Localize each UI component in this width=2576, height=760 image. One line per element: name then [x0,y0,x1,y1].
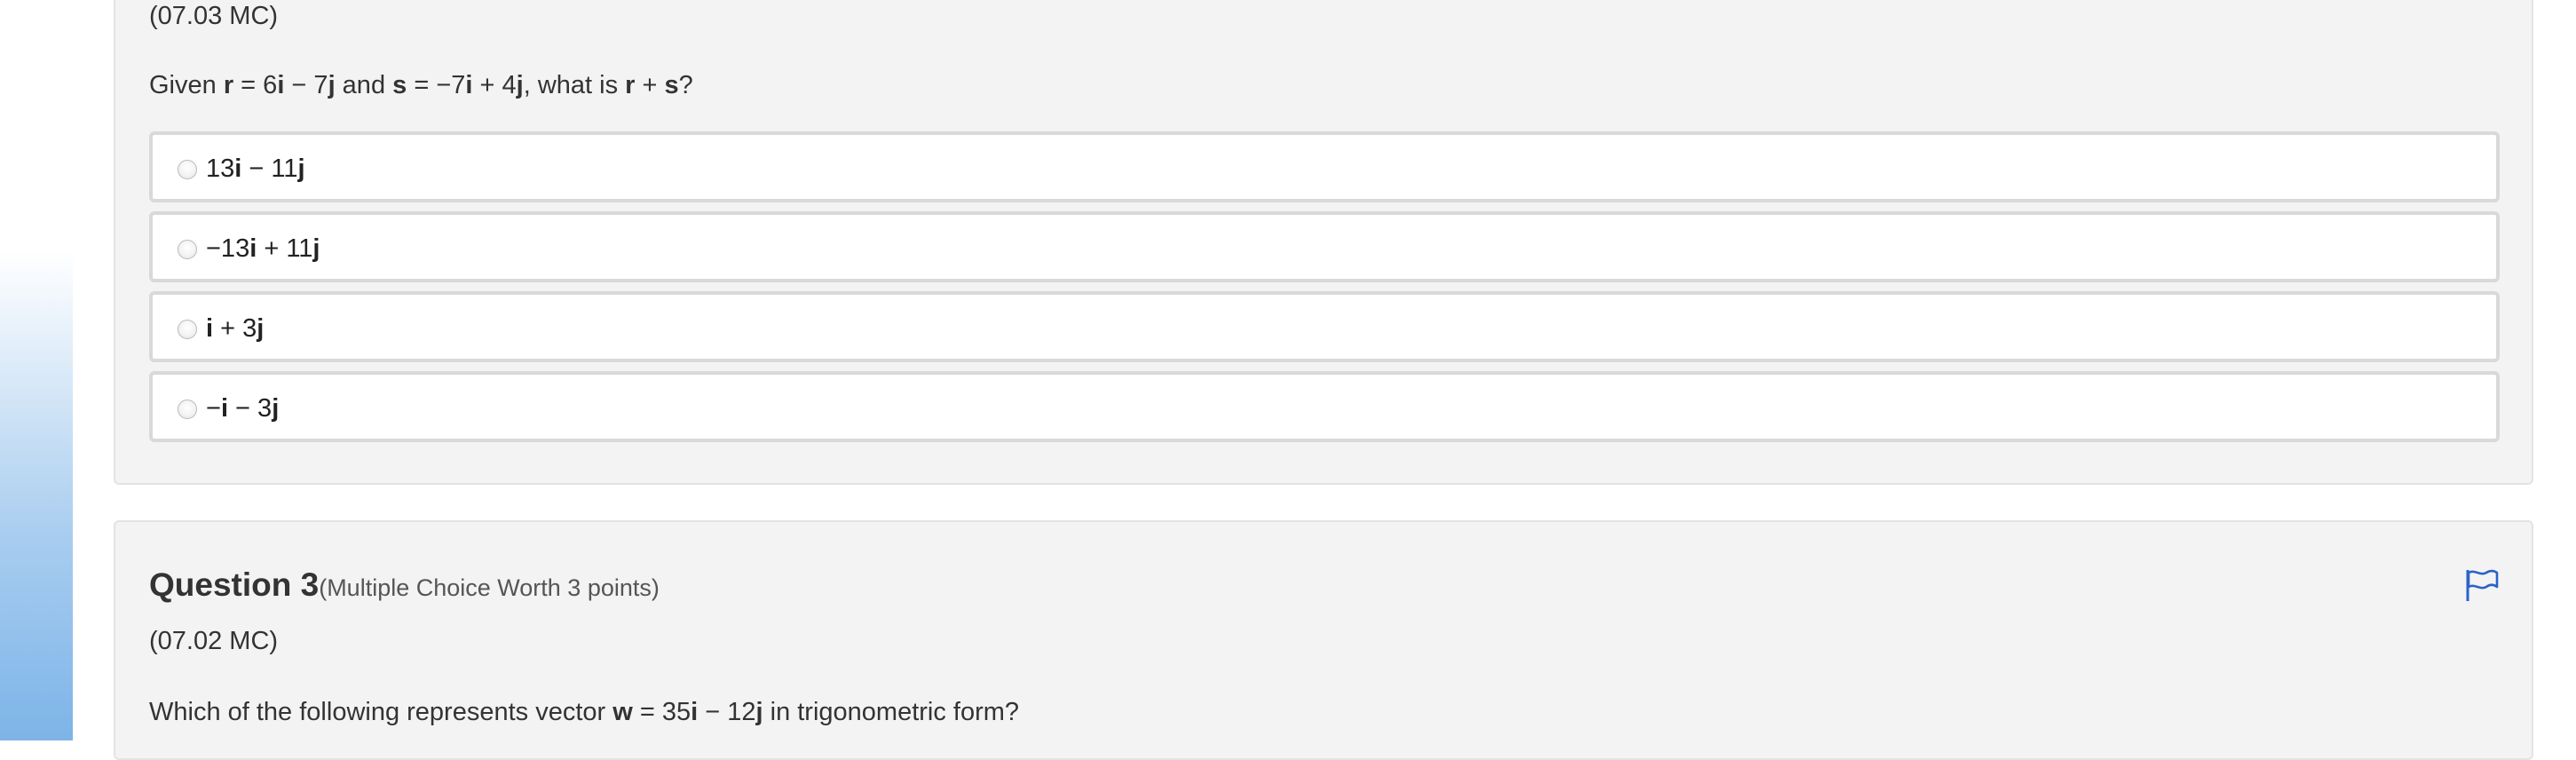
question-2-panel: (07.03 MC) Given r = 6i − 7j and s = −7i… [114,0,2533,485]
answer-option-3[interactable]: i + 3j [149,291,2500,362]
answer-option-label: −13i + 11j [206,234,320,263]
radio-button[interactable] [178,320,197,339]
radio-button[interactable] [178,160,197,179]
question-number: Question 3 [149,566,320,603]
answer-option-label: i + 3j [206,314,265,343]
question-code: (07.02 MC) [149,627,279,655]
radio-button[interactable] [178,400,197,419]
answer-option-4[interactable]: −i − 3j [149,371,2500,442]
answer-option-label: −i − 3j [206,394,280,423]
left-gutter-gradient [0,0,73,740]
answer-option-1[interactable]: 13i − 11j [149,131,2500,202]
question-prompt: Given r = 6i − 7j and s = −7i + 4j, what… [149,71,693,99]
flag-icon[interactable] [2464,568,2500,602]
radio-button[interactable] [178,240,197,259]
answer-option-label: 13i − 11j [206,154,305,183]
question-title: Question 3(Multiple Choice Worth 3 point… [149,566,660,604]
question-code: (07.03 MC) [149,2,279,30]
question-3-panel: Question 3(Multiple Choice Worth 3 point… [114,520,2533,760]
question-worth: (Multiple Choice Worth 3 points) [319,574,660,601]
question-prompt: Which of the following represents vector… [149,698,1020,726]
answer-option-2[interactable]: −13i + 11j [149,211,2500,282]
